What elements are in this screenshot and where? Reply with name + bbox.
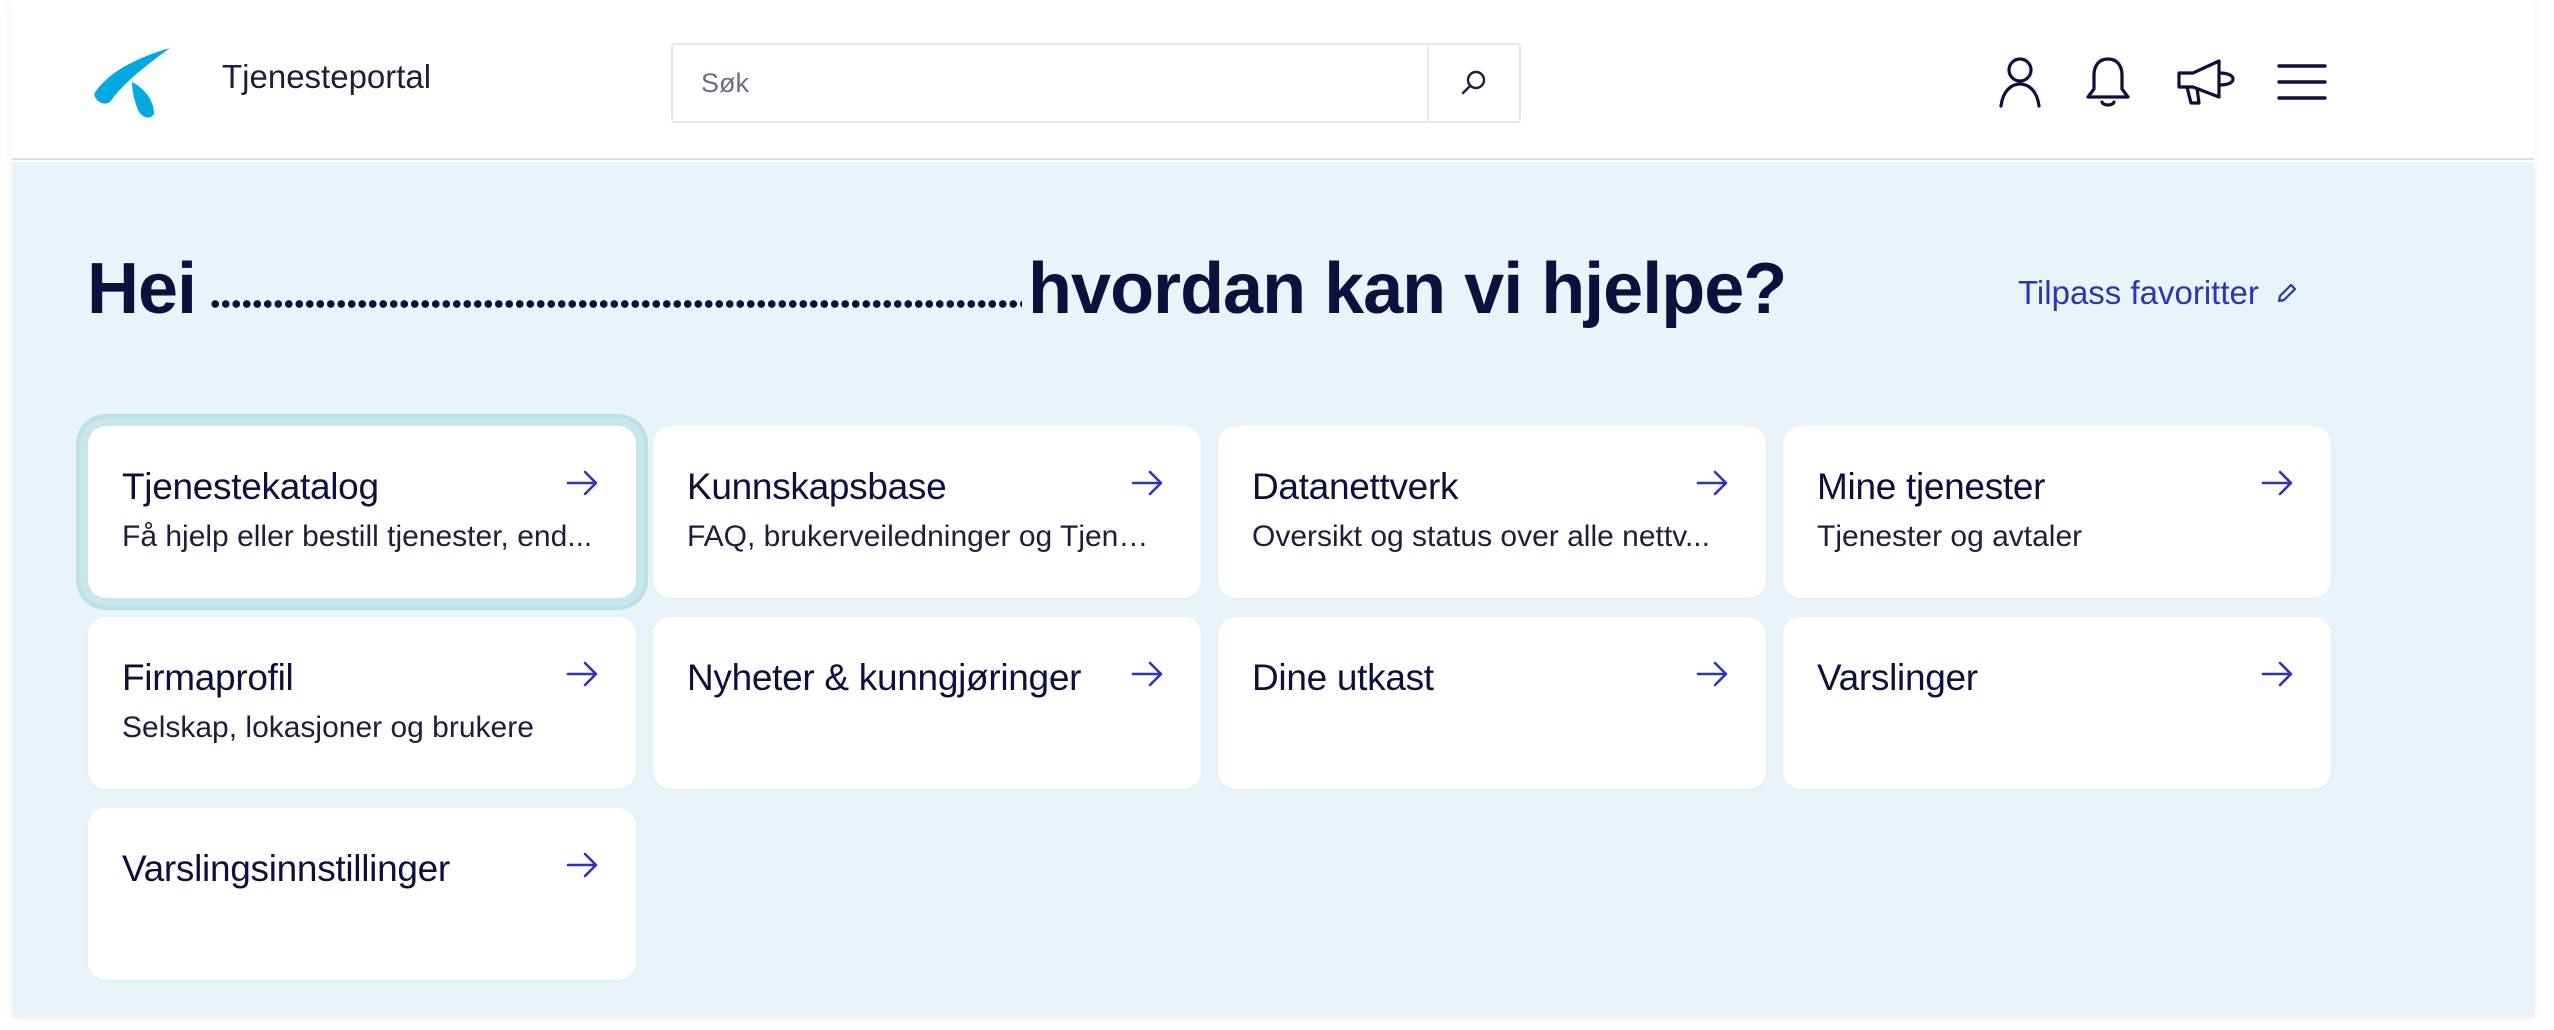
card-description: FAQ, brukerveiledninger og Tjene... <box>687 520 1159 553</box>
hamburger-menu-icon <box>2277 64 2327 100</box>
megaphone-icon <box>2177 59 2235 105</box>
card-datanettverk[interactable]: Datanettverk Oversikt og status over all… <box>1218 426 1766 598</box>
telia-logo-icon[interactable] <box>88 42 178 122</box>
main-content: Hei hvordan kan vi hjelpe? Tilpass favori… <box>12 162 2534 1018</box>
redacted-username <box>210 293 1023 313</box>
bell-icon <box>2086 57 2130 107</box>
card-varslingsinnstillinger[interactable]: Varslingsinnstillinger <box>88 808 636 980</box>
card-title: Nyheter & kunngjøringer <box>687 657 1082 698</box>
arrow-right-icon <box>1131 470 1163 496</box>
arrow-right-icon <box>566 661 598 687</box>
search-input[interactable] <box>673 45 1431 121</box>
top-header: Tjenesteportal <box>12 0 2534 160</box>
greeting-hello: Hei <box>87 249 197 329</box>
card-mine-tjenester[interactable]: Mine tjenester Tjenester og avtaler <box>1783 426 2331 598</box>
card-varslinger[interactable]: Varslinger <box>1783 617 2331 789</box>
announcements-button[interactable] <box>2174 54 2238 110</box>
menu-button[interactable] <box>2274 54 2330 110</box>
customize-favorites-link[interactable]: Tilpass favoritter <box>2018 274 2299 312</box>
arrow-right-icon <box>566 852 598 878</box>
pencil-icon <box>2277 283 2296 303</box>
card-nyheter-kunngjoringer[interactable]: Nyheter & kunngjøringer <box>653 617 1201 789</box>
search-icon <box>1461 70 1486 95</box>
portal-title[interactable]: Tjenesteportal <box>222 58 431 96</box>
search-bar <box>671 43 1521 123</box>
user-icon <box>1999 57 2041 108</box>
card-title: Firmaprofil <box>122 657 294 698</box>
card-title: Varslinger <box>1817 657 1978 698</box>
notifications-button[interactable] <box>2080 54 2136 110</box>
card-description: Tjenester og avtaler <box>1817 520 2083 553</box>
card-description: Få hjelp eller bestill tjenester, end... <box>122 520 593 553</box>
card-kunnskapsbase[interactable]: Kunnskapsbase FAQ, brukerveiledninger og… <box>653 426 1201 598</box>
arrow-right-icon <box>1131 661 1163 687</box>
arrow-right-icon <box>2261 470 2293 496</box>
user-button[interactable] <box>1992 54 2048 110</box>
page-frame: Tjenesteportal Søk Hei hvordan kan vi hj… <box>12 0 2534 1018</box>
arrow-right-icon <box>566 470 598 496</box>
customize-favorites-label: Tilpass favoritter <box>2018 274 2259 311</box>
card-title: Datanettverk <box>1252 466 1459 507</box>
card-description: Selskap, lokasjoner og brukere <box>122 711 534 744</box>
card-title: Varslingsinnstillinger <box>122 848 450 889</box>
greeting-heading: Hei hvordan kan vi hjelpe? <box>87 248 1787 330</box>
card-title: Kunnskapsbase <box>687 466 947 507</box>
card-description: Oversikt og status over alle nettv... <box>1252 520 1710 553</box>
greeting-question: hvordan kan vi hjelpe? <box>1028 249 1787 329</box>
arrow-right-icon <box>1696 661 1728 687</box>
card-firmaprofil[interactable]: Firmaprofil Selskap, lokasjoner og bruke… <box>88 617 636 789</box>
card-title: Tjenestekatalog <box>122 466 379 507</box>
card-title: Dine utkast <box>1252 657 1434 698</box>
card-tjenestekatalog[interactable]: Tjenestekatalog Få hjelp eller bestill t… <box>88 426 636 598</box>
card-title: Mine tjenester <box>1817 466 2046 507</box>
search-button[interactable] <box>1427 45 1519 121</box>
arrow-right-icon <box>2261 661 2293 687</box>
arrow-right-icon <box>1696 470 1728 496</box>
card-dine-utkast[interactable]: Dine utkast <box>1218 617 1766 789</box>
